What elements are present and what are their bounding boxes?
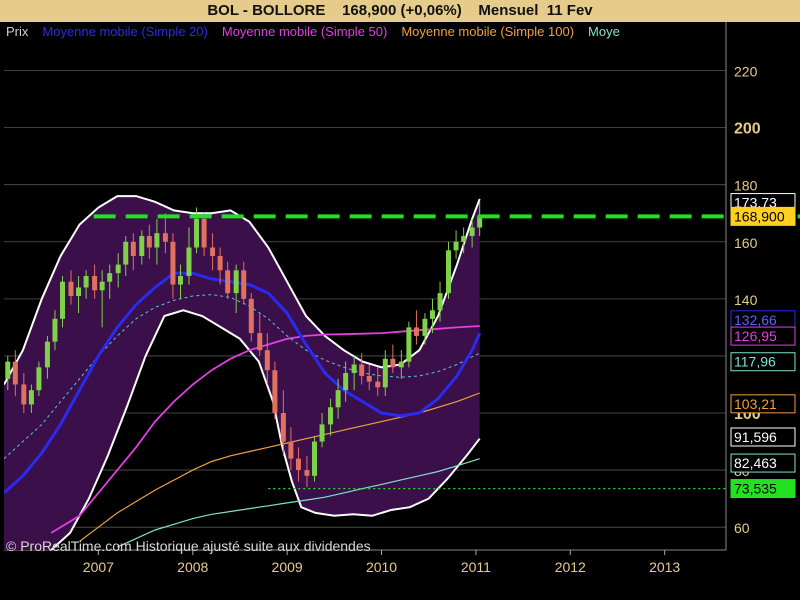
candle-body-24 [194,218,200,248]
candle-body-40 [319,424,325,442]
copyright-footnote: © ProRealTime.com Historique ajusté suit… [6,538,371,554]
candle-body-51 [406,327,412,362]
y-tick-label-7: 200 [734,121,761,138]
price-label-text-2: 132,66 [734,312,777,328]
y-tick-label-8: 220 [734,64,758,80]
candle-body-34 [272,370,278,414]
x-tick-label-4: 2011 [461,559,491,575]
x-tick-label-1: 2008 [177,559,208,575]
candle-body-41 [328,407,334,425]
y-tick-label-6: 180 [734,178,758,194]
candle-body-10 [83,276,89,288]
candle-body-14 [115,264,121,274]
candle-body-58 [461,236,467,242]
candle-body-12 [99,281,105,291]
price-label-text-6: 91,596 [734,429,777,445]
candle-body-27 [217,256,223,271]
candle-body-48 [382,358,388,388]
x-tick-label-2: 2009 [272,559,303,575]
candle-body-45 [359,364,365,376]
candle-body-28 [225,270,231,294]
candle-body-25 [201,218,207,248]
candle-body-52 [413,327,419,336]
price-label-text-4: 117,96 [734,354,776,370]
candle-body-47 [375,381,381,388]
candle-body-37 [295,458,301,471]
candle-body-20 [162,233,168,242]
x-tick-label-3: 2010 [366,559,397,575]
candle-body-26 [210,247,216,257]
x-tick-label-6: 2013 [649,559,680,575]
candle-body-49 [390,358,396,368]
candle-body-42 [335,390,341,408]
legend-item-2: Moyenne mobile (Simple 50) [221,24,388,39]
indicator-legend: Prix Moyenne mobile (Simple 20) Moyenne mo… [6,24,634,39]
candle-body-8 [68,281,74,296]
candle-body-30 [241,270,247,299]
candle-body-13 [107,273,113,282]
candle-body-7 [60,281,66,319]
candle-body-3 [28,390,34,405]
price-label-text-1: 168,900 [734,208,785,224]
y-tick-label-5: 160 [734,235,758,251]
price-label-text-7: 82,463 [734,455,777,471]
candle-body-35 [280,413,286,442]
y-tick-label-0: 60 [734,520,750,536]
candle-body-15 [123,241,129,265]
period-label: Mensuel 11 Fev [478,2,593,19]
candle-body-57 [453,241,459,251]
candle-body-50 [398,361,404,368]
candle-body-46 [366,375,372,382]
candle-body-43 [343,373,349,391]
candle-body-29 [233,270,239,294]
price-label-text-3: 126,95 [734,328,777,344]
candle-body-36 [288,441,294,459]
candle-body-53 [422,318,428,336]
legend-item-0: Prix [6,24,29,39]
y-tick-label-4: 140 [734,292,758,308]
ticker-name: BOL - BOLLORE [207,2,326,19]
candle-body-17 [139,236,145,257]
candle-body-22 [177,276,183,285]
candle-body-32 [257,333,263,351]
candle-body-4 [36,367,42,391]
legend-item-4: Moye [588,24,620,39]
legend-item-3: Moyenne mobile (Simple 100) [401,24,575,39]
candle-body-5 [44,341,50,368]
legend-item-1: Moyenne mobile (Simple 20) [42,24,208,39]
candle-body-23 [186,247,192,277]
candle-body-16 [130,241,136,257]
candle-body-55 [437,293,443,311]
candle-body-1 [12,361,18,385]
candle-body-9 [76,287,82,296]
candle-body-33 [264,350,270,371]
candle-body-31 [248,298,254,334]
candle-body-21 [170,241,176,285]
candle-body-59 [469,227,475,237]
candle-body-19 [154,233,160,248]
candle-body-0 [5,361,11,379]
candle-body-54 [429,310,435,319]
x-tick-label-5: 2012 [555,559,586,575]
candle-body-44 [351,364,357,374]
chart-header: BOL - BOLLORE 168,900 (+0,06%) Mensuel 1… [0,0,800,22]
candle-body-6 [52,318,58,342]
candle-body-18 [146,236,152,248]
price-label-text-5: 103,21 [734,396,777,412]
candle-body-11 [92,276,98,291]
candle-body-56 [446,250,452,294]
candle-body-39 [312,441,318,476]
last-price: 168,900 (+0,06%) [342,2,462,19]
x-tick-label-0: 2007 [83,559,114,575]
candle-body-38 [304,470,310,476]
price-label-text-8: 73,535 [734,481,777,497]
bollinger-band-fill [4,196,480,550]
price-chart: 6080100120140160180200220200720082009201… [4,22,800,575]
candle-body-2 [21,384,27,405]
